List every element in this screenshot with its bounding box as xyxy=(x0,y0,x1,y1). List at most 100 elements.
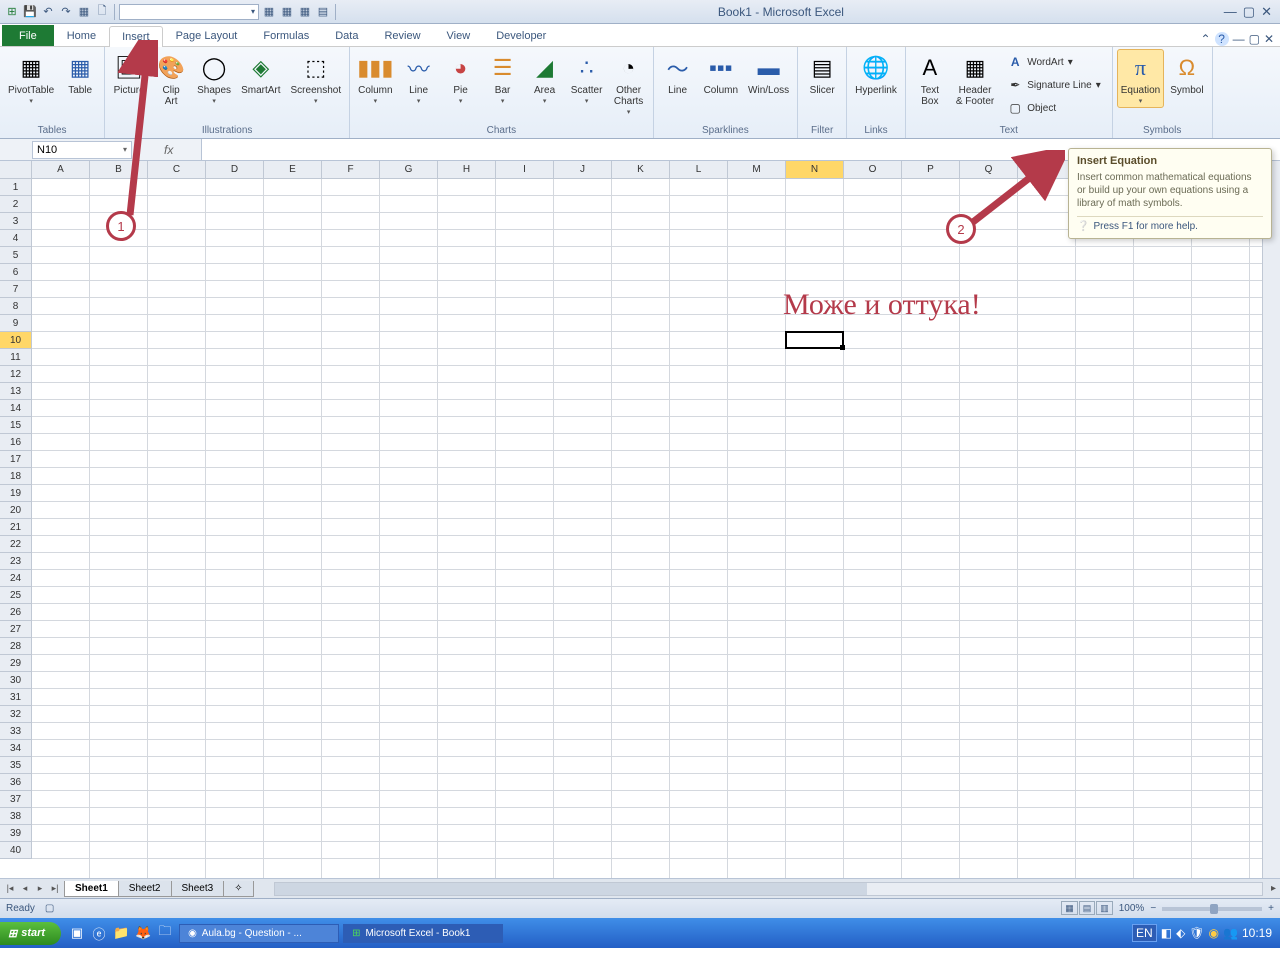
row-header-24[interactable]: 24 xyxy=(0,570,32,587)
row-header-11[interactable]: 11 xyxy=(0,349,32,366)
col-header-P[interactable]: P xyxy=(902,161,960,179)
row-header-37[interactable]: 37 xyxy=(0,791,32,808)
row-header-16[interactable]: 16 xyxy=(0,434,32,451)
tab-developer[interactable]: Developer xyxy=(483,25,559,46)
ribbon-collapse-icon[interactable]: ⌃ xyxy=(1201,32,1211,46)
row-header-28[interactable]: 28 xyxy=(0,638,32,655)
object-button[interactable]: ▢Object xyxy=(1002,97,1106,119)
row-header-6[interactable]: 6 xyxy=(0,264,32,281)
table-button[interactable]: ▦Table xyxy=(60,49,100,99)
col-header-L[interactable]: L xyxy=(670,161,728,179)
tab-pagelayout[interactable]: Page Layout xyxy=(163,25,251,46)
scatter-chart-button[interactable]: ∴Scatter▾ xyxy=(567,49,607,108)
col-header-C[interactable]: C xyxy=(148,161,206,179)
row-header-32[interactable]: 32 xyxy=(0,706,32,723)
tb-icon1[interactable]: ▣ xyxy=(67,923,87,943)
tray-icon1[interactable]: ◧ xyxy=(1161,926,1172,940)
row-header-8[interactable]: 8 xyxy=(0,298,32,315)
symbol-button[interactable]: ΩSymbol xyxy=(1166,49,1207,99)
tab-insert[interactable]: Insert xyxy=(109,26,163,47)
shapes-button[interactable]: ◯Shapes▾ xyxy=(193,49,235,108)
wordart-button[interactable]: AWordArt ▾ xyxy=(1002,51,1106,73)
tb-ie-icon[interactable]: ⓔ xyxy=(89,923,109,943)
row-header-3[interactable]: 3 xyxy=(0,213,32,230)
macro-record-icon[interactable]: ▢ xyxy=(45,903,54,914)
selected-cell[interactable] xyxy=(785,331,844,349)
tab-formulas[interactable]: Formulas xyxy=(250,25,322,46)
chevron-down-icon[interactable]: ▾ xyxy=(123,145,127,154)
row-header-27[interactable]: 27 xyxy=(0,621,32,638)
column-chart-button[interactable]: ▮▮▮Column▾ xyxy=(354,49,396,108)
pivottable-button[interactable]: ▦PivotTable▾ xyxy=(4,49,58,108)
col-header-A[interactable]: A xyxy=(32,161,90,179)
view-break[interactable]: ▥ xyxy=(1096,901,1113,915)
screenshot-button[interactable]: ⬚Screenshot▾ xyxy=(287,49,346,108)
header-footer-button[interactable]: ▦Header & Footer xyxy=(952,49,998,110)
horizontal-scrollbar[interactable] xyxy=(274,882,1263,896)
row-header-4[interactable]: 4 xyxy=(0,230,32,247)
area-chart-button[interactable]: ◢Area▾ xyxy=(525,49,565,108)
pie-chart-button[interactable]: ◕Pie▾ xyxy=(441,49,481,108)
maximize-icon[interactable]: ▢ xyxy=(1243,4,1255,20)
hyperlink-button[interactable]: 🌐Hyperlink xyxy=(851,49,901,99)
qat-btn2-icon[interactable]: 🗋 xyxy=(94,4,110,20)
sheet-tab-2[interactable]: Sheet2 xyxy=(118,881,172,897)
smartart-button[interactable]: ◈SmartArt xyxy=(237,49,284,99)
fx-icon[interactable]: fx xyxy=(136,143,201,157)
col-header-I[interactable]: I xyxy=(496,161,554,179)
redo-icon[interactable]: ↷ xyxy=(58,4,74,20)
qat-btn-icon[interactable]: ▦ xyxy=(76,4,92,20)
row-header-35[interactable]: 35 xyxy=(0,757,32,774)
tray-icon4[interactable]: ◉ xyxy=(1209,926,1219,940)
sheet-nav-next[interactable]: ▸ xyxy=(33,883,47,894)
excel-icon[interactable]: ⊞ xyxy=(4,4,20,20)
tab-review[interactable]: Review xyxy=(371,25,433,46)
row-header-30[interactable]: 30 xyxy=(0,672,32,689)
col-header-H[interactable]: H xyxy=(438,161,496,179)
sheet-tab-3[interactable]: Sheet3 xyxy=(171,881,225,897)
row-header-13[interactable]: 13 xyxy=(0,383,32,400)
row-header-18[interactable]: 18 xyxy=(0,468,32,485)
other-charts-button[interactable]: ◔Other Charts▾ xyxy=(609,49,649,119)
col-header-M[interactable]: M xyxy=(728,161,786,179)
close-icon[interactable]: ✕ xyxy=(1261,4,1272,20)
tray-shield-icon[interactable]: 🛡 xyxy=(1189,926,1204,940)
zoom-in-icon[interactable]: + xyxy=(1268,903,1274,914)
zoom-level[interactable]: 100% xyxy=(1119,903,1145,914)
select-all-corner[interactable] xyxy=(0,161,32,179)
bar-chart-button[interactable]: ☰Bar▾ xyxy=(483,49,523,108)
help-icon[interactable]: ? xyxy=(1215,32,1229,46)
doc-restore-icon[interactable]: ▢ xyxy=(1249,32,1260,46)
equation-button[interactable]: πEquation▾ xyxy=(1117,49,1164,108)
row-header-1[interactable]: 1 xyxy=(0,179,32,196)
col-header-J[interactable]: J xyxy=(554,161,612,179)
tb-firefox-icon[interactable]: 🦊 xyxy=(133,923,153,943)
tab-file[interactable]: File xyxy=(2,25,54,46)
row-header-12[interactable]: 12 xyxy=(0,366,32,383)
row-header-10[interactable]: 10 xyxy=(0,332,32,349)
col-header-B[interactable]: B xyxy=(90,161,148,179)
save-icon[interactable]: 💾 xyxy=(22,4,38,20)
col-header-E[interactable]: E xyxy=(264,161,322,179)
tray-lang[interactable]: EN xyxy=(1132,924,1157,942)
row-header-5[interactable]: 5 xyxy=(0,247,32,264)
tray-icon2[interactable]: ⬖ xyxy=(1176,926,1185,940)
doc-min-icon[interactable]: — xyxy=(1233,32,1245,46)
start-button[interactable]: ⊞start xyxy=(0,922,61,945)
vertical-scrollbar[interactable] xyxy=(1262,161,1280,878)
taskbar-task-chrome[interactable]: ◉Aula.bg - Question - ... xyxy=(179,924,339,943)
col-header-Q[interactable]: Q xyxy=(960,161,1018,179)
col-header-O[interactable]: O xyxy=(844,161,902,179)
row-header-22[interactable]: 22 xyxy=(0,536,32,553)
row-header-34[interactable]: 34 xyxy=(0,740,32,757)
row-header-38[interactable]: 38 xyxy=(0,808,32,825)
row-header-7[interactable]: 7 xyxy=(0,281,32,298)
row-header-20[interactable]: 20 xyxy=(0,502,32,519)
row-header-23[interactable]: 23 xyxy=(0,553,32,570)
sparkline-line-button[interactable]: 〜Line xyxy=(658,49,698,99)
row-header-36[interactable]: 36 xyxy=(0,774,32,791)
taskbar-task-excel[interactable]: ⊞Microsoft Excel - Book1 xyxy=(343,924,503,943)
name-box[interactable]: N10▾ xyxy=(32,141,132,159)
tb-explorer-icon[interactable]: 📁 xyxy=(111,923,131,943)
view-layout[interactable]: ▤ xyxy=(1079,901,1096,915)
